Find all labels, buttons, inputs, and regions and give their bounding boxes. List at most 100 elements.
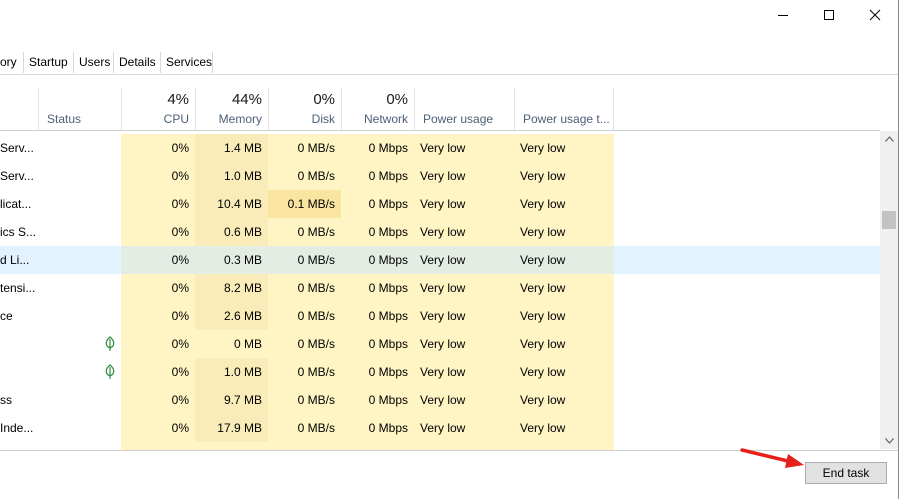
process-row[interactable]: ce 0% 2.6 MB 0 MB/s 0 Mbps Very low Very low [0, 302, 880, 330]
column-header-power-usage-trend[interactable]: Power usage t... [514, 88, 614, 130]
tab-label: Services [166, 55, 213, 69]
maximize-button[interactable] [806, 0, 852, 30]
tab-details[interactable]: Details [114, 52, 161, 73]
process-name: ce [0, 309, 13, 323]
tab-services[interactable]: Services [161, 52, 213, 73]
vertical-scrollbar[interactable] [880, 131, 898, 449]
cell-disk: 0 MB/s [297, 253, 335, 267]
cell-memory: 0 MB [233, 337, 262, 351]
process-row[interactable]: 0% 1.0 MB 0 MB/s 0 Mbps Very low Very low [0, 358, 880, 386]
cell-power: Very low [420, 225, 466, 239]
cell-memory: 17.9 MB [195, 414, 268, 442]
process-list: Serv... 0% 1.4 MB 0 MB/s 0 Mbps Very low Very … [0, 134, 880, 450]
cell-network: 0 Mbps [368, 225, 408, 239]
process-row[interactable]: 0% 0 MB 0 MB/s 0 Mbps Very low Very low [0, 330, 880, 358]
column-label-network: Network [363, 112, 408, 126]
process-name: licat... [0, 197, 32, 211]
tab-label: Users [79, 55, 111, 69]
column-header-network[interactable]: 0% Network [341, 88, 414, 130]
cell-disk: 0 MB/s [297, 393, 335, 407]
cpu-total-percent: 4% [167, 91, 189, 108]
process-row[interactable]: d Li... 0% 0.3 MB 0 MB/s 0 Mbps Very low Very … [0, 246, 880, 274]
process-name: ss [0, 393, 12, 407]
cell-network: 0 Mbps [368, 253, 408, 267]
process-name: Inde... [0, 421, 34, 435]
cell-power: Very low [420, 169, 466, 183]
cell-cpu: 0% [171, 421, 189, 435]
process-row[interactable]: ics S... 0% 0.6 MB 0 MB/s 0 Mbps Very low Very… [0, 218, 880, 246]
cell-power-trend: Very low [520, 337, 566, 351]
scrollbar-thumb[interactable] [882, 211, 896, 229]
scroll-up-arrow-icon[interactable] [880, 131, 898, 147]
task-manager-window: ory Startup Users Details Services Statu… [0, 0, 899, 499]
minimize-button[interactable] [760, 0, 806, 30]
process-name: d Li... [0, 253, 30, 267]
cell-cpu: 0% [171, 197, 189, 211]
cell-power: Very low [420, 141, 466, 155]
cell-network: 0 Mbps [368, 141, 408, 155]
cell-memory: 10.4 MB [195, 190, 268, 218]
close-icon [869, 9, 881, 21]
tab-users[interactable]: Users [74, 52, 114, 73]
cell-power-trend: Very low [520, 281, 566, 295]
tab-startup[interactable]: Startup [24, 52, 74, 73]
cell-memory: 0.3 MB [223, 253, 262, 267]
network-total-percent: 0% [386, 91, 408, 108]
cell-network: 0 Mbps [368, 197, 408, 211]
process-row[interactable]: ss 0% 9.7 MB 0 MB/s 0 Mbps Very low Very low [0, 386, 880, 414]
cell-power-trend: Very low [520, 393, 566, 407]
cell-memory: 9.7 MB [195, 386, 268, 414]
cell-network: 0 Mbps [368, 365, 408, 379]
process-name [0, 358, 38, 386]
tab-history[interactable]: ory [0, 52, 24, 73]
cell-power-trend: Very low [520, 365, 566, 379]
column-label-status: Status [47, 112, 82, 126]
cell-cpu: 0% [171, 337, 189, 351]
tab-bar: ory Startup Users Details Services [0, 52, 898, 75]
column-header-memory[interactable]: 44% Memory [195, 88, 268, 130]
cell-cpu: 0% [171, 281, 189, 295]
scroll-down-arrow-icon[interactable] [880, 433, 898, 449]
cell-memory: 8.2 MB [195, 274, 268, 302]
column-header-status[interactable]: Status [38, 88, 121, 130]
cell-power-trend: Very low [520, 253, 566, 267]
cell-power: Very low [420, 337, 466, 351]
cell-disk: 0 MB/s [297, 281, 335, 295]
cell-network: 0 Mbps [368, 309, 408, 323]
column-label-power-usage: Power usage [423, 112, 494, 126]
column-header-cpu[interactable]: 4% CPU [121, 88, 195, 130]
cell-disk: 0.1 MB/s [268, 190, 341, 218]
cell-power-trend: Very low [520, 309, 566, 323]
cell-power: Very low [420, 197, 466, 211]
process-row[interactable]: licat... 0% 10.4 MB 0.1 MB/s 0 Mbps Very low V… [0, 190, 880, 218]
cell-memory: 2.6 MB [195, 302, 268, 330]
column-header: Status 4% CPU 44% Memory 0% Disk 0% Netw… [0, 88, 880, 131]
cell-power: Very low [420, 309, 466, 323]
tab-label: ory [0, 55, 17, 69]
cell-power-trend: Very low [520, 141, 566, 155]
column-label-power-usage-trend: Power usage t... [523, 112, 610, 126]
cell-network: 0 Mbps [368, 281, 408, 295]
cell-power: Very low [420, 393, 466, 407]
cell-disk: 0 MB/s [297, 169, 335, 183]
process-row[interactable]: tensi... 0% 8.2 MB 0 MB/s 0 Mbps Very low Very… [0, 274, 880, 302]
cell-power-trend: Very low [520, 225, 566, 239]
process-name: Serv... [0, 169, 34, 183]
process-row[interactable]: Serv... 0% 1.0 MB 0 MB/s 0 Mbps Very low Very … [0, 162, 880, 190]
process-row[interactable]: Serv... 0% 1.4 MB 0 MB/s 0 Mbps Very low Very … [0, 134, 880, 162]
process-name: tensi... [0, 281, 36, 295]
cell-disk: 0 MB/s [297, 365, 335, 379]
cell-memory: 0.6 MB [195, 218, 268, 246]
column-header-power-usage[interactable]: Power usage [414, 88, 514, 130]
leaf-icon [105, 364, 115, 379]
cell-network: 0 Mbps [368, 337, 408, 351]
close-button[interactable] [852, 0, 898, 30]
cell-power: Very low [420, 365, 466, 379]
cell-cpu: 0% [171, 141, 189, 155]
cell-memory: 1.0 MB [195, 358, 268, 386]
cell-disk: 0 MB/s [297, 421, 335, 435]
column-header-disk[interactable]: 0% Disk [268, 88, 341, 130]
end-task-button[interactable]: End task [805, 462, 887, 484]
process-row[interactable]: Inde... 0% 17.9 MB 0 MB/s 0 Mbps Very low Very… [0, 414, 880, 442]
cell-memory: 1.0 MB [195, 162, 268, 190]
